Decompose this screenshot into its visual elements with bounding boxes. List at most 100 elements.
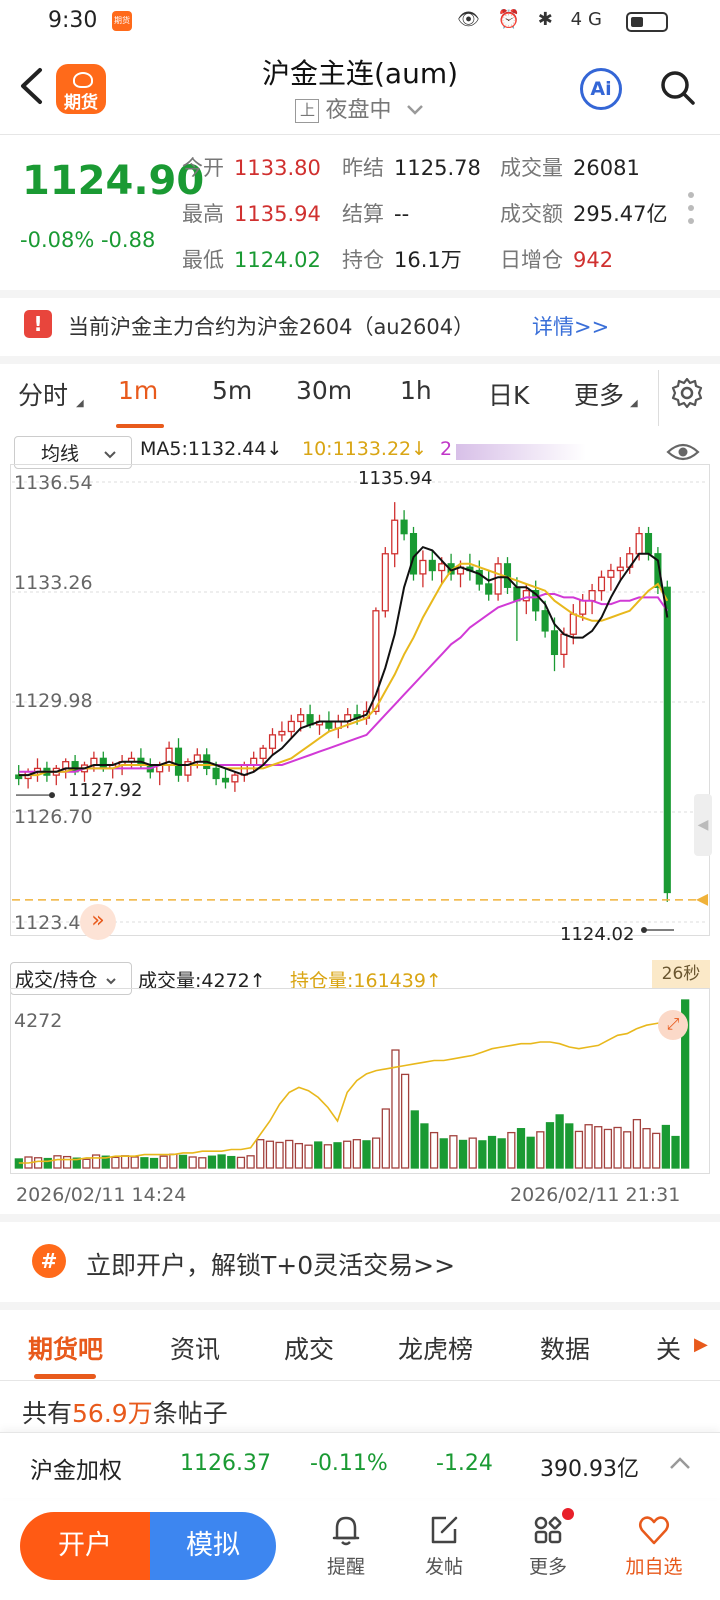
volume-bar: [178, 1154, 188, 1169]
active-category-underline: [34, 1374, 96, 1379]
volume-bar: [516, 1128, 526, 1169]
index-pct: -0.11%: [310, 1451, 388, 1476]
volume-bar: [632, 1118, 642, 1169]
volume-bar: [507, 1131, 516, 1169]
index-change: -1.24: [436, 1451, 493, 1476]
volume-bar: [188, 1156, 197, 1169]
chevron-up-icon[interactable]: [668, 1455, 692, 1471]
volume-bar: [149, 1157, 159, 1169]
volume-bar: [400, 1073, 410, 1169]
tab-trades[interactable]: 成交: [284, 1330, 334, 1366]
volume-bar: [285, 1139, 294, 1169]
volume-bar: [207, 1155, 217, 1169]
volume-bar: [652, 1132, 661, 1169]
more-tab[interactable]: 更多: [508, 1512, 588, 1579]
volume-bar: [343, 1140, 352, 1169]
scroll-right-icon[interactable]: ▶: [694, 1334, 708, 1355]
volume-y-tick: 4272: [14, 1010, 63, 1032]
edit-icon: [431, 1516, 458, 1544]
volume-bar: [82, 1158, 91, 1169]
volume-bar: [352, 1139, 361, 1169]
volume-bar: [169, 1153, 178, 1169]
volume-bar: [555, 1114, 564, 1169]
category-tabs: 期货吧 资讯 成交 龙虎榜 数据 关 ▶: [0, 1310, 720, 1380]
tab-related[interactable]: 关: [656, 1330, 681, 1366]
volume-bar: [642, 1128, 651, 1169]
add-watchlist-tab[interactable]: 加自选: [614, 1512, 694, 1579]
volume-bar: [671, 1135, 680, 1169]
bell-icon: [332, 1516, 360, 1546]
heart-icon: [639, 1516, 669, 1545]
volume-bar: [120, 1155, 130, 1169]
volume-bar: [140, 1157, 149, 1169]
volume-bar: [613, 1126, 622, 1169]
index-price: 1126.37: [180, 1451, 271, 1476]
volume-bar: [227, 1155, 236, 1169]
volume-bar: [275, 1141, 284, 1169]
volume-bar: [91, 1154, 101, 1169]
volume-bar: [43, 1157, 52, 1169]
open-account-button[interactable]: 开户: [20, 1512, 150, 1580]
fullscreen-icon[interactable]: ⤢: [658, 1010, 688, 1040]
volume-bar: [246, 1155, 255, 1169]
index-amount: 390.93亿: [540, 1457, 639, 1482]
tab-leaderboard[interactable]: 龙虎榜: [398, 1330, 473, 1366]
simulate-button[interactable]: 模拟: [150, 1512, 276, 1580]
index-name: 沪金加权: [30, 1458, 122, 1484]
volume-bar: [323, 1144, 332, 1169]
volume-bar: [487, 1135, 497, 1169]
volume-bar: [198, 1157, 207, 1169]
volume-bar: [111, 1156, 120, 1169]
volume-bar: [53, 1155, 62, 1169]
open-account-promo[interactable]: # 立即开户，解锁T+0灵活交易>>: [0, 1222, 720, 1302]
x-start-label: 2026/02/11 14:24: [16, 1184, 187, 1206]
promo-text: 立即开户，解锁T+0灵活交易>>: [86, 1251, 456, 1280]
volume-bar: [420, 1123, 429, 1169]
volume-bar: [265, 1140, 275, 1169]
tab-news[interactable]: 资讯: [170, 1330, 220, 1366]
bottom-tab-bar: 开户 模拟 提醒 发帖 更多 加自选: [0, 1498, 720, 1600]
volume-bar: [256, 1139, 265, 1169]
volume-bar: [62, 1155, 72, 1169]
volume-bar: [159, 1155, 168, 1169]
volume-bar: [623, 1131, 632, 1169]
volume-bar: [449, 1135, 458, 1169]
tab-data[interactable]: 数据: [540, 1330, 590, 1366]
tab-forum[interactable]: 期货吧: [28, 1330, 103, 1366]
volume-bar: [594, 1126, 603, 1169]
volume-bar: [574, 1130, 584, 1169]
volume-bar: [526, 1136, 535, 1169]
notification-dot: [562, 1508, 574, 1520]
volume-bar: [34, 1157, 43, 1169]
volume-bar: [565, 1123, 574, 1169]
volume-bar: [130, 1156, 139, 1169]
post-count: 共有56.9万条帖子: [22, 1399, 228, 1428]
weighted-index-row[interactable]: 沪金加权 1126.37 -0.11% -1.24 390.93亿: [0, 1432, 720, 1498]
x-end-label: 2026/02/11 21:31: [510, 1184, 681, 1206]
remind-tab[interactable]: 提醒: [306, 1512, 386, 1579]
volume-bar: [429, 1131, 439, 1169]
volume-bar: [362, 1140, 371, 1169]
volume-bar: [545, 1122, 555, 1169]
volume-bar: [236, 1156, 246, 1169]
volume-bar: [478, 1140, 487, 1169]
volume-bar: [458, 1139, 468, 1169]
grid-icon: [534, 1516, 562, 1544]
volume-bar: [497, 1138, 506, 1169]
volume-bar: [314, 1141, 323, 1169]
volume-bar: [439, 1138, 448, 1169]
post-tab[interactable]: 发帖: [404, 1512, 484, 1579]
volume-bar: [294, 1142, 304, 1169]
volume-bar: [381, 1108, 390, 1169]
volume-bar: [603, 1128, 613, 1169]
volume-bar: [333, 1142, 342, 1169]
volume-bar: [372, 1137, 381, 1169]
volume-bar: [304, 1144, 313, 1169]
volume-bar: [584, 1124, 593, 1169]
volume-bar: [661, 1124, 670, 1169]
volume-bar: [410, 1110, 419, 1169]
volume-bar: [217, 1154, 226, 1169]
volume-bar: [536, 1131, 545, 1169]
hash-icon: #: [32, 1244, 66, 1278]
volume-bar: [468, 1137, 477, 1169]
